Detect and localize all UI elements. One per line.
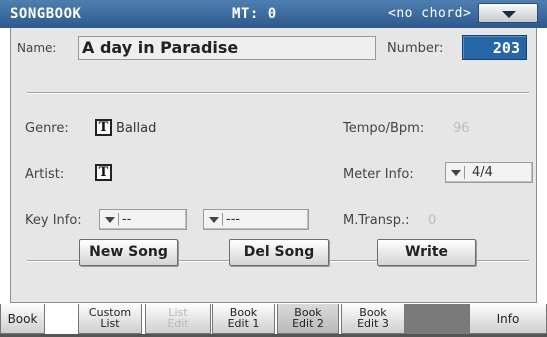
divider bbox=[27, 92, 529, 94]
genre-value: Ballad bbox=[116, 121, 157, 136]
key-info-dropdown-2[interactable]: --- bbox=[203, 209, 309, 230]
key-info-value-2: --- bbox=[226, 212, 241, 227]
chevron-down-icon bbox=[451, 170, 461, 176]
tab-book-edit-2[interactable]: Book Edit 2 bbox=[277, 304, 339, 334]
tab-info[interactable]: Info bbox=[469, 304, 547, 334]
song-name-field[interactable]: A day in Paradise bbox=[78, 36, 376, 60]
mtransp-value: 0 bbox=[428, 213, 437, 228]
song-number-field[interactable]: 203 bbox=[462, 35, 527, 60]
number-label: Number: bbox=[387, 41, 444, 56]
page-title: SONGBOOK bbox=[10, 6, 82, 22]
chord-indicator: <no chord> bbox=[388, 6, 472, 21]
tab-book[interactable]: Book bbox=[0, 304, 45, 334]
tempo-label: Tempo/Bpm: bbox=[343, 121, 425, 136]
tab-label: Edit 2 bbox=[292, 317, 324, 330]
new-song-button[interactable]: New Song bbox=[79, 239, 178, 266]
tab-label: Info bbox=[496, 312, 520, 326]
songbook-screen: SONGBOOK MT: 0 <no chord> Name: A day in… bbox=[0, 0, 547, 337]
del-song-button[interactable]: Del Song bbox=[229, 239, 329, 266]
genre-text-edit-icon[interactable]: T bbox=[95, 119, 112, 136]
tab-label: Edit bbox=[167, 317, 189, 330]
tab-book-edit-3[interactable]: Book Edit 3 bbox=[341, 304, 405, 334]
tab-spacer bbox=[405, 304, 469, 334]
key-info-dropdown-1[interactable]: -- bbox=[99, 209, 187, 230]
tab-list-edit: List Edit bbox=[145, 304, 211, 334]
tab-label: Edit 1 bbox=[227, 317, 260, 330]
name-label: Name: bbox=[17, 41, 57, 55]
artist-text-edit-icon[interactable]: T bbox=[95, 164, 112, 181]
divider bbox=[464, 166, 465, 179]
mtransp-label: M.Transp.: bbox=[343, 213, 410, 228]
midi-transpose-indicator: MT: 0 bbox=[232, 6, 277, 22]
key-info-value-1: -- bbox=[122, 212, 132, 227]
tab-custom-list[interactable]: Custom List bbox=[78, 304, 142, 334]
song-name-value: A day in Paradise bbox=[82, 38, 239, 57]
song-number-value: 203 bbox=[492, 39, 520, 57]
divider bbox=[222, 213, 223, 226]
page-menu-button[interactable] bbox=[478, 3, 538, 23]
chevron-down-icon bbox=[105, 217, 115, 223]
meter-label: Meter Info: bbox=[343, 167, 414, 182]
key-info-label: Key Info: bbox=[25, 213, 82, 228]
chevron-down-icon bbox=[502, 11, 516, 18]
chevron-down-icon bbox=[209, 217, 219, 223]
header-bar: SONGBOOK MT: 0 <no chord> bbox=[0, 0, 547, 28]
artist-label: Artist: bbox=[25, 167, 65, 182]
divider bbox=[118, 213, 119, 226]
genre-label: Genre: bbox=[25, 121, 69, 136]
meter-value: 4/4 bbox=[472, 165, 493, 180]
write-button[interactable]: Write bbox=[377, 239, 476, 266]
tab-book-edit-1[interactable]: Book Edit 1 bbox=[212, 304, 275, 334]
tab-label: List bbox=[100, 317, 120, 330]
tab-label: Book bbox=[7, 312, 38, 326]
tab-label: Edit 3 bbox=[357, 317, 389, 330]
tempo-value: 96 bbox=[453, 121, 470, 136]
meter-dropdown[interactable]: 4/4 bbox=[445, 162, 533, 183]
